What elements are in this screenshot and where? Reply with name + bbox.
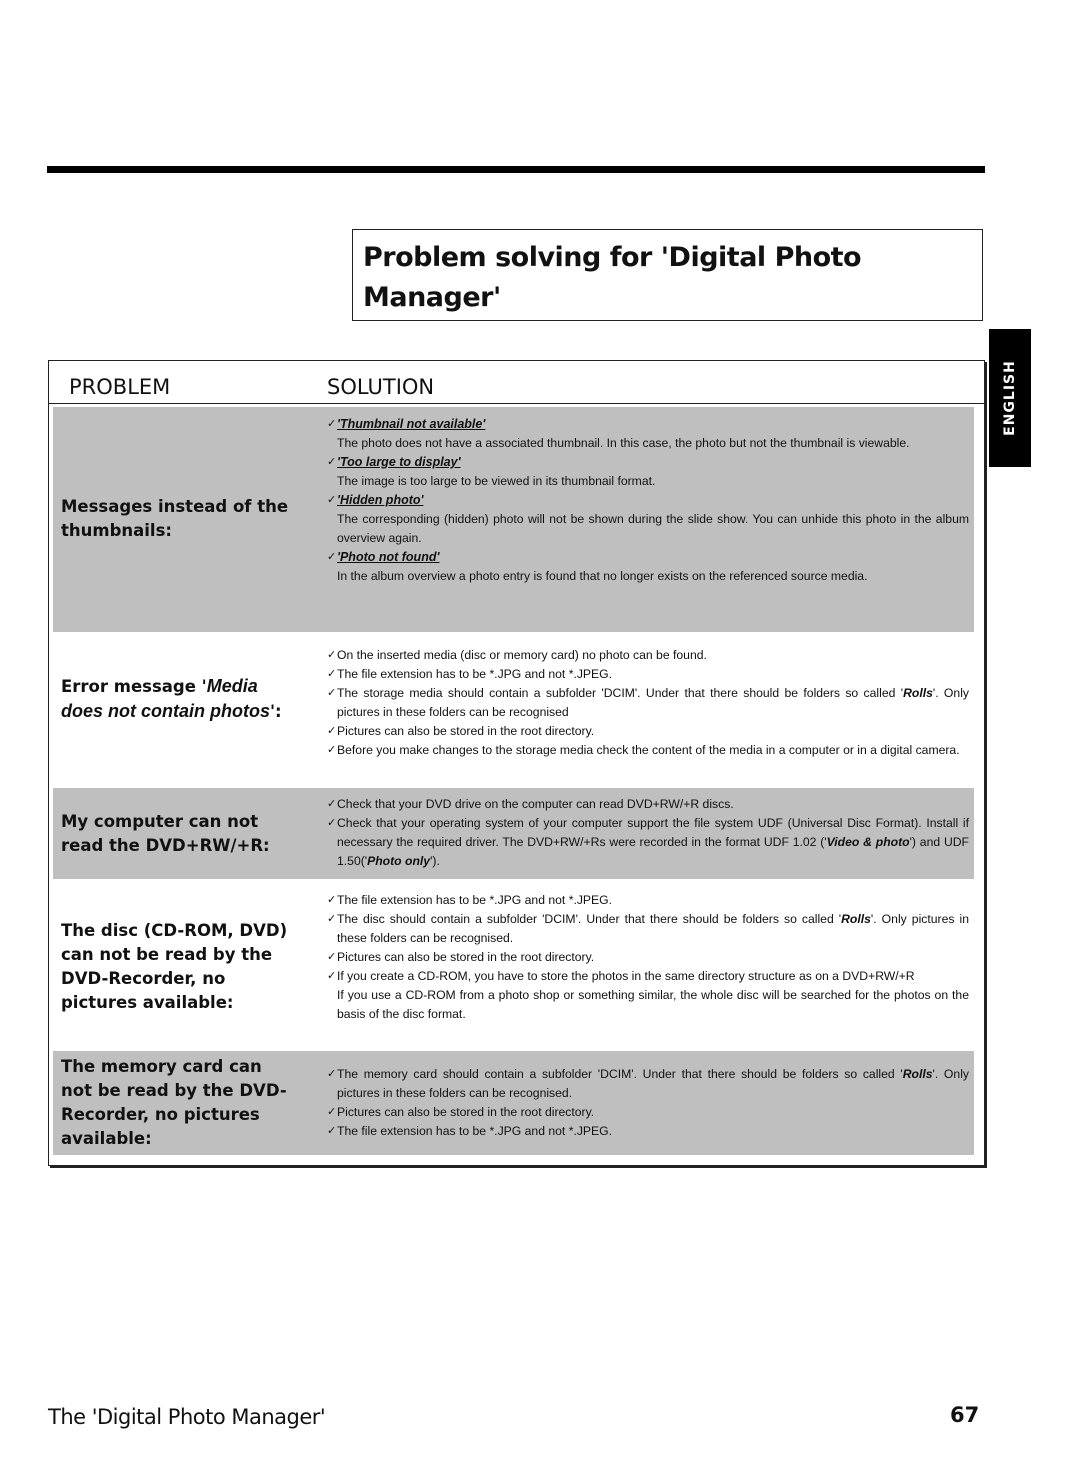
checkmark-icon: ✓ [327, 1106, 337, 1118]
page-number: 67 [950, 1403, 980, 1427]
checkmark-icon: ✓ [327, 725, 337, 737]
solution-item: ✓ The disc should contain a subfolder 'D… [327, 912, 970, 945]
solution-item: ✓ Pictures can also be stored in the roo… [327, 1103, 969, 1122]
solution-item: ✓ Pictures can also be stored in the roo… [327, 948, 969, 967]
solution-cell: ✓ The file extension has to be *.JPG and… [327, 891, 969, 1024]
checkmark-icon: ✓ [327, 1125, 337, 1137]
language-tab-label: ENGLISH [1002, 360, 1019, 436]
solution-cell: ✓ The memory card should contain a subfo… [327, 1065, 969, 1141]
solution-text: The image is too large to be viewed in i… [337, 474, 656, 488]
solution-item: ✓ Check that your operating system of yo… [327, 816, 969, 868]
problem-text: The disc (CD-ROM, DVD) can not be read b… [61, 921, 288, 1012]
solution-item: ✓ The file extension has to be *.JPG and… [327, 1122, 969, 1141]
solution-text: If you use a CD-ROM from a photo shop or… [337, 988, 969, 1021]
footer-section-title: The 'Digital Photo Manager' [48, 1405, 326, 1429]
solution-cell: ✓ Check that your DVD drive on the compu… [327, 795, 969, 871]
solution-text: The corresponding (hidden) photo will no… [337, 512, 969, 545]
solution-item: ✓ The file extension has to be *.JPG and… [327, 891, 969, 910]
checkmark-icon: ✓ [327, 913, 337, 925]
table-row: The disc (CD-ROM, DVD) can not be read b… [53, 881, 974, 1049]
checkmark-icon: ✓ [327, 551, 337, 563]
checkmark-icon: ✓ [327, 817, 337, 829]
checkmark-icon: ✓ [327, 418, 337, 430]
checkmark-icon: ✓ [327, 951, 337, 963]
table-header: PROBLEM SOLUTION [49, 361, 984, 404]
solution-item: ✓ Before you make changes to the storage… [327, 741, 969, 760]
problem-text: The memory card can not be read by the D… [61, 1057, 287, 1148]
checkmark-icon: ✓ [327, 687, 337, 699]
solution-item: ✓ Pictures can also be stored in the roo… [327, 722, 969, 741]
table-row: My computer can not read the DVD+RW/+R: … [53, 788, 974, 879]
solution-item: ✓ The storage media should contain a sub… [327, 686, 969, 719]
checkmark-icon: ✓ [327, 798, 337, 810]
header-problem: PROBLEM [69, 375, 171, 399]
solution-item: ✓ 'Thumbnail not available' [327, 415, 969, 434]
solution-text: The photo does not have a associated thu… [337, 436, 910, 450]
solution-item: ✓ The file extension has to be *.JPG and… [327, 665, 969, 684]
solution-item: ✓ Check that your DVD drive on the compu… [327, 795, 969, 814]
table-row: Messages instead of the thumbnails: ✓ 'T… [53, 407, 974, 632]
checkmark-icon: ✓ [327, 456, 337, 468]
solution-cell: ✓ On the inserted media (disc or memory … [327, 646, 969, 760]
solution-item: ✓ 'Photo not found' [327, 548, 969, 567]
language-tab: ENGLISH [989, 329, 1031, 467]
problem-solution-table: PROBLEM SOLUTION Messages instead of the… [48, 360, 985, 1166]
table-row: Error message 'Media does not contain ph… [53, 636, 974, 786]
solution-cell: ✓ 'Thumbnail not available' The photo do… [327, 415, 969, 586]
checkmark-icon: ✓ [327, 894, 337, 906]
checkmark-icon: ✓ [327, 668, 337, 680]
checkmark-icon: ✓ [327, 1068, 337, 1080]
solution-item: ✓ On the inserted media (disc or memory … [327, 646, 969, 665]
checkmark-icon: ✓ [327, 970, 337, 982]
message-heading: 'Hidden photo' [337, 493, 424, 507]
message-heading: 'Too large to display' [337, 455, 461, 469]
solution-item: ✓ 'Hidden photo' [327, 491, 969, 510]
checkmark-icon: ✓ [327, 649, 337, 661]
message-heading: 'Photo not found' [337, 550, 440, 564]
problem-text: Error message 'Media does not contain ph… [61, 676, 282, 721]
page-title: Problem solving for 'Digital Photo Manag… [363, 242, 862, 313]
solution-item: ✓ If you create a CD-ROM, you have to st… [327, 967, 969, 986]
header-solution: SOLUTION [327, 375, 435, 399]
solution-text: In the album overview a photo entry is f… [337, 569, 868, 583]
title-box: Problem solving for 'Digital Photo Manag… [352, 229, 983, 321]
message-heading: 'Thumbnail not available' [337, 417, 486, 431]
checkmark-icon: ✓ [327, 494, 337, 506]
solution-item: ✓ The memory card should contain a subfo… [327, 1067, 969, 1100]
top-rule [47, 166, 985, 173]
problem-text: Messages instead of the thumbnails: [61, 497, 289, 540]
table-row: The memory card can not be read by the D… [53, 1051, 974, 1155]
problem-text: My computer can not read the DVD+RW/+R: [61, 812, 270, 855]
solution-item: ✓ 'Too large to display' [327, 453, 969, 472]
checkmark-icon: ✓ [327, 744, 337, 756]
